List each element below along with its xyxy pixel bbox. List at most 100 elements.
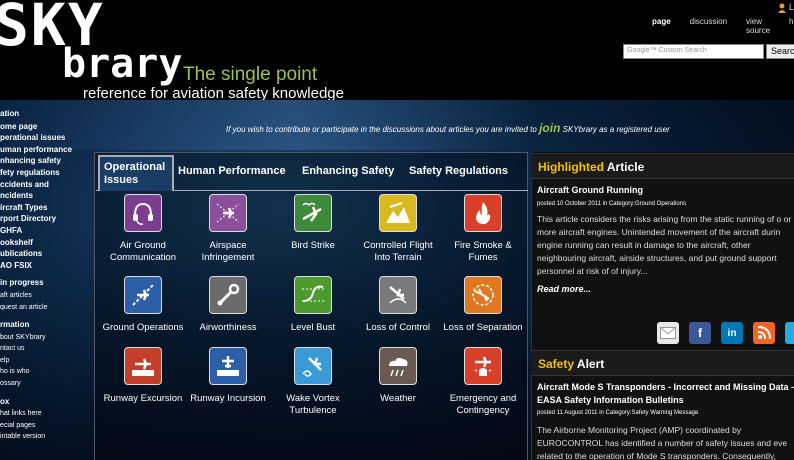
ground-ops-icon (132, 284, 154, 306)
envelope-glyph (660, 327, 676, 339)
posted-prefix: posted (537, 201, 556, 207)
sidebar-item-human-performance[interactable]: uman performance (0, 144, 90, 156)
sidebar-item-help[interactable]: elp (0, 355, 90, 367)
highlighted-article-body: This article considers the risks arising… (537, 214, 792, 276)
sidebar-item-draft-articles[interactable]: aft articles (0, 290, 90, 302)
category-icon-box (124, 347, 162, 385)
posted-date: 11 August 2011 (556, 410, 598, 416)
category-icon-box (379, 276, 417, 314)
sidebar-item-eghfa[interactable]: GHFA (0, 225, 90, 237)
sidebar-item-accidents[interactable]: ccidents and (0, 179, 90, 191)
category-icon-box (209, 276, 247, 314)
category-icon-box (294, 347, 332, 385)
sidebar-item-incidents[interactable]: ncidents (0, 190, 90, 202)
category-weather[interactable]: Weather (355, 347, 441, 405)
highlighted-article-header: Highlighted Article (531, 153, 794, 179)
tab-view-source[interactable]: view source (746, 17, 770, 35)
category-label: Runway Excursion (103, 393, 183, 404)
category-icon-box (209, 194, 247, 232)
category-air-ground-communication[interactable]: Air Ground Communication (100, 194, 186, 264)
category-ground-operations[interactable]: Ground Operations (100, 276, 186, 334)
tab-human-performance[interactable]: Human Performance (178, 165, 286, 177)
search-button[interactable]: Searc (766, 44, 794, 59)
tab-enhancing-safety[interactable]: Enhancing Safety (302, 165, 394, 177)
category-cfit[interactable]: Controlled Flight Into Terrain (355, 194, 441, 264)
tab-page[interactable]: page (652, 17, 671, 35)
terrain-icon (386, 202, 410, 223)
category-loss-of-control[interactable]: Loss of Control (355, 276, 441, 334)
category-runway-incursion[interactable]: Runway Incursion (185, 347, 271, 405)
sidebar-item-about[interactable]: bout SKYbrary (0, 332, 90, 344)
search-input[interactable]: Google™ Custom Search (623, 44, 764, 59)
runway-incursion-icon (217, 356, 239, 376)
logo-brary[interactable]: brary (62, 44, 182, 84)
loss-control-icon (389, 286, 407, 304)
join-link[interactable]: join (539, 121, 560, 135)
category-bird-strike[interactable]: Bird Strike (270, 194, 356, 252)
category-airspace-infringement[interactable]: Airspace Infringement (185, 194, 271, 264)
emergency-icon (474, 356, 492, 376)
tab-safety-regulations[interactable]: Safety Regulations (409, 165, 508, 177)
posted-prefix: posted (537, 410, 556, 416)
safety-alert-meta: posted 11 August 2011 in Category:Safety… (537, 410, 698, 416)
category-runway-excursion[interactable]: Runway Excursion (100, 347, 186, 405)
sidebar: ation ome page perational issues uman pe… (0, 108, 90, 443)
sidebar-item-home[interactable]: ome page (0, 121, 90, 133)
tab-history[interactable]: hi (789, 17, 794, 35)
category-icon-box (294, 276, 332, 314)
tab-discussion[interactable]: discussion (690, 17, 727, 35)
sidebar-item-contact[interactable]: ntact us (0, 343, 90, 355)
separation-icon (472, 284, 494, 306)
mail-icon[interactable] (657, 322, 679, 344)
facebook-icon[interactable]: f (689, 322, 711, 344)
tagline-primary: The single point (183, 64, 318, 85)
category-icon-box (124, 194, 162, 232)
tab-operational-issues[interactable]: Operational Issues (98, 155, 174, 191)
category-label: Emergency and Contingency (449, 393, 517, 416)
category-fire-smoke-fumes[interactable]: Fire Smoke & Fumes (440, 194, 526, 264)
posted-category[interactable]: in Category:Ground Operations (603, 201, 686, 207)
category-level-bust[interactable]: Level Bust (270, 276, 356, 334)
sidebar-item-airport-directory[interactable]: rport Directory (0, 213, 90, 225)
user-icon (778, 3, 786, 13)
header-rest-word: Article (606, 160, 645, 174)
sidebar-item-what-links-here[interactable]: hat links here (0, 408, 90, 420)
sidebar-item-operational-issues[interactable]: perational issues (0, 132, 90, 144)
contribute-text: If you wish to contribute or participate… (226, 125, 537, 134)
category-label: Bird Strike (291, 240, 335, 251)
highlighted-article-title[interactable]: Aircraft Ground Running (537, 185, 643, 196)
sidebar-item-special-pages[interactable]: ecial pages (0, 420, 90, 432)
category-label: Level Bust (290, 322, 336, 333)
twitter-icon[interactable] (785, 322, 794, 344)
safety-alert-title-line1[interactable]: Aircraft Mode S Transponders - Incorrect… (537, 382, 794, 393)
sidebar-item-glossary[interactable]: ossary (0, 378, 90, 390)
posted-category[interactable]: in Category:Safety Warning Message (599, 410, 698, 416)
category-icon-box (209, 347, 247, 385)
category-icon-box (124, 276, 162, 314)
sidebar-item-publications[interactable]: ublications (0, 248, 90, 260)
category-wake-vortex[interactable]: Wake Vortex Turbulence (270, 347, 356, 417)
wake-vortex-icon (302, 357, 322, 377)
sidebar-item-request-article[interactable]: quest an article (0, 302, 90, 314)
linkedin-icon[interactable]: in (721, 322, 743, 344)
category-emergency-contingency[interactable]: Emergency and Contingency (440, 347, 526, 417)
sidebar-section-toolbox: ox (0, 396, 10, 406)
safety-alert-header: Safety Alert (531, 350, 794, 376)
sidebar-item-aircraft-types[interactable]: ircraft Types (0, 202, 90, 214)
headset-icon (133, 202, 153, 225)
category-label: Loss of Separation (443, 322, 523, 333)
sidebar-item-icao-fsix[interactable]: AO FSIX (0, 260, 90, 272)
read-more-link[interactable]: Read more... (537, 284, 591, 294)
safety-alert-title-line2[interactable]: EASA Safety Information Bulletins (537, 395, 684, 406)
category-airworthiness[interactable]: Airworthiness (185, 276, 271, 334)
category-label: Ground Operations (102, 322, 184, 333)
sidebar-item-printable-version[interactable]: intable version (0, 431, 90, 443)
sidebar-item-enhancing-safety[interactable]: nhancing safety (0, 155, 90, 167)
category-label: Loss of Control (366, 322, 430, 333)
sidebar-item-who-is-who[interactable]: ho is who (0, 366, 90, 378)
user-link[interactable]: L (789, 2, 794, 12)
sidebar-item-safety-regulations[interactable]: fety regulations (0, 167, 90, 179)
sidebar-item-bookshelf[interactable]: ookshelf (0, 237, 90, 249)
rss-icon[interactable] (753, 322, 775, 344)
category-loss-of-separation[interactable]: Loss of Separation (440, 276, 526, 334)
